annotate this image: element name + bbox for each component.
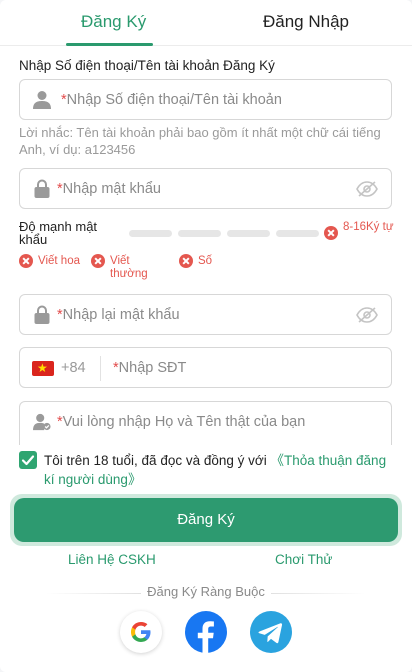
- strength-bar: [178, 230, 221, 237]
- account-placeholder: *Nhập Số điện thoại/Tên tài khoản: [61, 92, 282, 108]
- confirm-password-field[interactable]: *Nhập lại mật khẩu: [19, 294, 392, 335]
- active-tab-indicator: [66, 43, 153, 46]
- register-button[interactable]: Đăng Ký: [14, 498, 398, 542]
- account-field[interactable]: *Nhập Số điện thoại/Tên tài khoản: [19, 79, 392, 120]
- divider: [100, 356, 101, 381]
- form-title: Nhập Số điện thoại/Tên tài khoản Đăng Ký: [19, 58, 275, 73]
- register-card: Đăng Ký Đăng Nhập Nhập Số điện thoại/Tên…: [0, 0, 412, 672]
- account-hint: Lời nhắc: Tên tài khoản phải bao gồm ít …: [19, 125, 381, 157]
- real-name-field[interactable]: *Vui lòng nhập Họ và Tên thật của bạn: [19, 401, 392, 445]
- agree-checkbox[interactable]: [19, 451, 37, 469]
- lock-icon: [34, 179, 50, 198]
- submit-button-frame: Đăng Ký: [10, 494, 402, 546]
- contact-support-link[interactable]: Liên Hệ CSKH: [68, 552, 156, 567]
- strength-bar: [227, 230, 270, 237]
- rule-digit: Số: [198, 255, 213, 267]
- telegram-button[interactable]: [250, 611, 292, 653]
- agreement-text: Tôi trên 18 tuổi, đã đọc và đồng ý với 《…: [44, 453, 387, 487]
- error-icon: [19, 254, 33, 268]
- error-icon: [179, 254, 193, 268]
- rule-length: 8-16Ký tự: [343, 221, 394, 233]
- phone-field[interactable]: ★ +84 *Nhập SĐT: [19, 347, 392, 388]
- phone-placeholder: *Nhập SĐT: [113, 360, 187, 376]
- vietnam-flag-icon[interactable]: ★: [32, 361, 54, 376]
- country-code[interactable]: +84: [61, 360, 86, 376]
- auth-tabs: Đăng Ký Đăng Nhập: [0, 0, 412, 46]
- user-icon: [33, 91, 51, 109]
- tab-register[interactable]: Đăng Ký: [81, 12, 146, 32]
- tab-login[interactable]: Đăng Nhập: [263, 12, 349, 32]
- eye-off-icon[interactable]: [356, 180, 378, 198]
- lock-icon: [34, 305, 50, 324]
- strength-label: Độ mạnh mật khẩu: [19, 219, 98, 247]
- facebook-icon: [197, 621, 214, 653]
- social-bind-title: Đăng Ký Ràng Buộc: [0, 584, 412, 599]
- google-icon: [131, 622, 151, 642]
- real-name-placeholder: *Vui lòng nhập Họ và Tên thật của bạn: [57, 414, 306, 430]
- password-placeholder: *Nhập mật khẩu: [57, 181, 161, 197]
- play-trial-link[interactable]: Chơi Thử: [275, 552, 332, 567]
- error-icon: [324, 226, 338, 240]
- rule-uppercase: Viết hoa: [38, 255, 80, 267]
- eye-off-icon[interactable]: [356, 306, 378, 324]
- user-check-icon: [33, 413, 51, 431]
- rule-lowercase: Viết thường: [110, 255, 148, 280]
- google-button[interactable]: [120, 611, 162, 653]
- password-field[interactable]: *Nhập mật khẩu: [19, 168, 392, 209]
- strength-bar: [276, 230, 319, 237]
- check-icon: [21, 455, 35, 466]
- error-icon: [91, 254, 105, 268]
- strength-bar: [129, 230, 172, 237]
- facebook-button[interactable]: [185, 611, 227, 653]
- telegram-icon: [258, 623, 283, 644]
- confirm-placeholder: *Nhập lại mật khẩu: [57, 307, 180, 323]
